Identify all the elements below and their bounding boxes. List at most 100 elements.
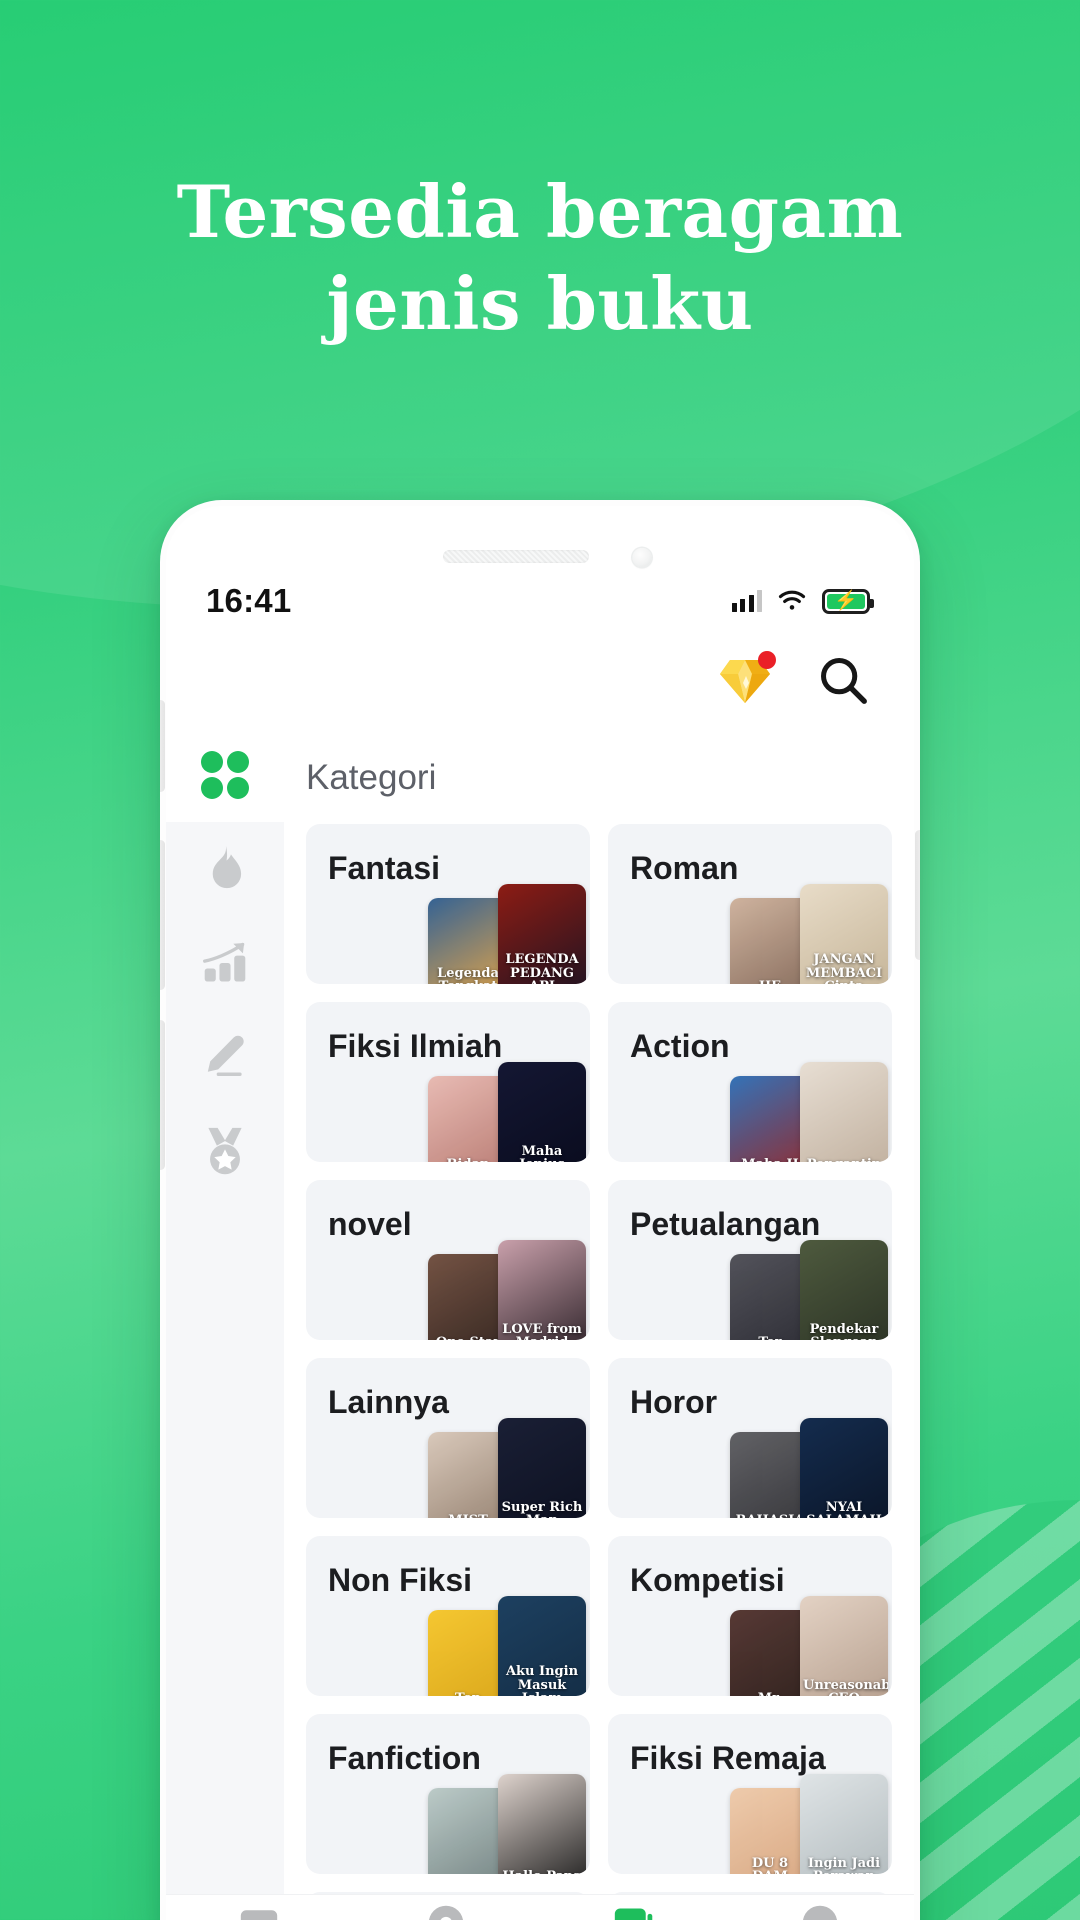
earpiece-speaker <box>443 550 589 563</box>
book-cover-thumbnail <box>428 1788 508 1874</box>
category-card[interactable]: FanfictionHallo Papa <box>306 1714 590 1874</box>
promo-headline-line2: jenis buku <box>326 261 754 347</box>
book-cover-title: MIST <box>428 1514 508 1518</box>
book-cover-thumbnail: Pengantin <box>800 1062 888 1162</box>
category-card[interactable]: ActionMaha IIPengantin <box>608 1002 892 1162</box>
book-cover-title: LEGENDA PEDANG API <box>505 952 579 984</box>
book-cover-thumbnail: Super Rich Man <box>498 1418 586 1518</box>
sidebar-item-kategori[interactable] <box>166 728 284 822</box>
nav-profile[interactable] <box>797 1903 845 1920</box>
book-cover-thumbnail: Mr. <box>730 1610 810 1696</box>
book-cover-thumbnail: NYAI SALAMAH <box>800 1418 888 1518</box>
book-cover-thumbnail: One Star <box>428 1254 508 1340</box>
flame-icon <box>212 846 242 889</box>
category-sidebar <box>166 728 284 1920</box>
phone-button-volume-down <box>160 1020 165 1170</box>
book-cover-thumbnail: Ter <box>730 1254 810 1340</box>
category-card[interactable]: FantasiLegenda TongkatLEGENDA PEDANG API <box>306 824 590 984</box>
category-card[interactable]: LainnyaMISTSuper Rich Man <box>306 1358 590 1518</box>
book-cover-thumbnail: Maha II <box>730 1076 810 1162</box>
category-cover-stack: TopAku Ingin Masuk Islam <box>390 1584 590 1696</box>
book-cover-title: Pendekar Slengean <box>809 1321 879 1340</box>
sidebar-item-penghargaan[interactable] <box>166 1104 284 1198</box>
book-cover-title: One Star <box>428 1336 508 1340</box>
category-card[interactable]: Non FiksiTopAku Ingin Masuk Islam <box>306 1536 590 1696</box>
book-cover-title: JANGAN MEMBACI Cinta <box>805 952 883 984</box>
phone-button-silent <box>160 700 165 792</box>
book-cover-title: Hallo Papa <box>498 1870 586 1874</box>
category-cover-stack: MISTSuper Rich Man <box>390 1406 590 1518</box>
book-cover-title: Maha Jenius <box>519 1143 565 1162</box>
phone-screen: 16:41 ⚡ Kategori Fantasi Legenda LEGENDA… <box>166 506 914 1920</box>
nav-discover[interactable] <box>423 1903 471 1920</box>
category-cover-stack: DU 8 DAM Ingin Jadi Perawan <box>692 1762 892 1874</box>
nav-library[interactable] <box>236 1903 284 1920</box>
book-cover-thumbnail: Hallo Papa <box>498 1774 586 1874</box>
category-cover-stack: RAHASIANYAI SALAMAH <box>692 1406 892 1518</box>
category-cover-stack: Hallo Papa <box>390 1762 590 1874</box>
book-cover-thumbnail: Maha Jenius <box>498 1062 586 1162</box>
book-cover-thumbnail: RAHASIA <box>730 1432 810 1518</box>
category-cover-stack: HEJANGAN MEMBACI Cinta <box>692 872 892 984</box>
category-card[interactable]: PetualanganTerPendekar Slengean <box>608 1180 892 1340</box>
book-cover-title: Top <box>428 1692 508 1696</box>
book-cover-thumbnail: Top <box>428 1610 508 1696</box>
book-cover-thumbnail: Ingin Jadi Perawan <box>800 1774 888 1874</box>
app-content: Kategori FantasiLegenda TongkatLEGENDA P… <box>166 728 914 1920</box>
book-cover-title: Legenda Tongkat <box>437 965 499 984</box>
category-cover-stack: Legenda Tongkat LEGENDA PEDANG API <box>390 872 590 984</box>
medal-star-icon <box>208 1127 242 1175</box>
battery-charging-icon: ⚡ <box>822 588 874 614</box>
sidebar-item-tulis[interactable] <box>166 1010 284 1104</box>
search-icon[interactable] <box>816 653 870 707</box>
book-cover-thumbnail: Pendekar Slengean <box>800 1240 888 1340</box>
notification-dot <box>758 651 776 669</box>
category-card-grid: FantasiLegenda TongkatLEGENDA PEDANG API… <box>284 824 914 1920</box>
book-cover-title: NYAI SALAMAH <box>806 1499 881 1518</box>
signal-bars-icon <box>731 590 762 612</box>
book-cover-thumbnail: HE <box>730 898 810 984</box>
category-cover-stack: Bidan Maha Jenius <box>390 1050 590 1162</box>
clover-grid-icon <box>201 751 249 799</box>
category-card[interactable]: novelOne StarLOVE from Madrid <box>306 1180 590 1340</box>
book-cover-title: Aku Ingin Masuk Islam <box>505 1664 579 1696</box>
book-cover-thumbnail: DU 8 DAM <box>730 1788 810 1874</box>
bottom-navigation <box>166 1894 914 1920</box>
category-card[interactable]: Fiksi RemajaDU 8 DAMIngin Jadi Perawan <box>608 1714 892 1874</box>
phone-button-power <box>915 830 920 960</box>
sidebar-item-populer[interactable] <box>166 822 284 916</box>
category-card[interactable]: KompetisiMr.Unreasonable CEO <box>608 1536 892 1696</box>
book-cover-title: LOVE from Madrid <box>502 1321 582 1340</box>
diamond-gem-icon[interactable] <box>718 651 776 708</box>
wifi-icon <box>778 590 806 610</box>
front-camera <box>632 548 652 567</box>
book-cover-thumbnail: JANGAN MEMBACI Cinta <box>800 884 888 984</box>
book-cover-thumbnail: LOVE from Madrid <box>498 1240 586 1340</box>
book-cover-thumbnail: Bidan <box>428 1076 508 1162</box>
status-bar: 16:41 ⚡ <box>166 572 914 630</box>
promo-headline: Tersedia beragam jenis buku <box>0 166 1080 350</box>
category-grid-area: Kategori FantasiLegenda TongkatLEGENDA P… <box>284 728 914 1920</box>
book-cover-title: Ingin Jadi Perawan <box>807 1855 881 1874</box>
nav-write[interactable] <box>610 1903 658 1920</box>
bar-chart-up-icon <box>203 942 246 982</box>
category-cover-stack: Maha IIPengantin <box>692 1050 892 1162</box>
category-card[interactable]: RomanHEJANGAN MEMBACI Cinta <box>608 824 892 984</box>
book-cover-title: Mr. <box>730 1692 810 1696</box>
status-time: 16:41 <box>206 582 292 619</box>
phone-button-volume-up <box>160 840 165 990</box>
pencil-icon <box>207 1035 244 1077</box>
phone-mockup: 16:41 ⚡ Kategori Fantasi Legenda LEGENDA… <box>160 500 920 1920</box>
category-card[interactable]: HororRAHASIANYAI SALAMAH <box>608 1358 892 1518</box>
book-cover-title: HE <box>730 980 810 984</box>
book-cover-thumbnail: MIST <box>428 1432 508 1518</box>
category-cover-stack: TerPendekar Slengean <box>692 1228 892 1340</box>
book-cover-title: Super Rich Man <box>501 1499 583 1518</box>
book-cover-title: RAHASIA <box>730 1514 810 1518</box>
book-cover-thumbnail: Legenda Tongkat <box>428 898 508 984</box>
book-cover-thumbnail: LEGENDA PEDANG API <box>498 884 586 984</box>
book-cover-title: Unreasonable CEO <box>803 1677 888 1696</box>
category-card[interactable]: Fiksi IlmiahBidanMaha Jenius <box>306 1002 590 1162</box>
book-cover-thumbnail: Aku Ingin Masuk Islam <box>498 1596 586 1696</box>
sidebar-item-peringkat[interactable] <box>166 916 284 1010</box>
